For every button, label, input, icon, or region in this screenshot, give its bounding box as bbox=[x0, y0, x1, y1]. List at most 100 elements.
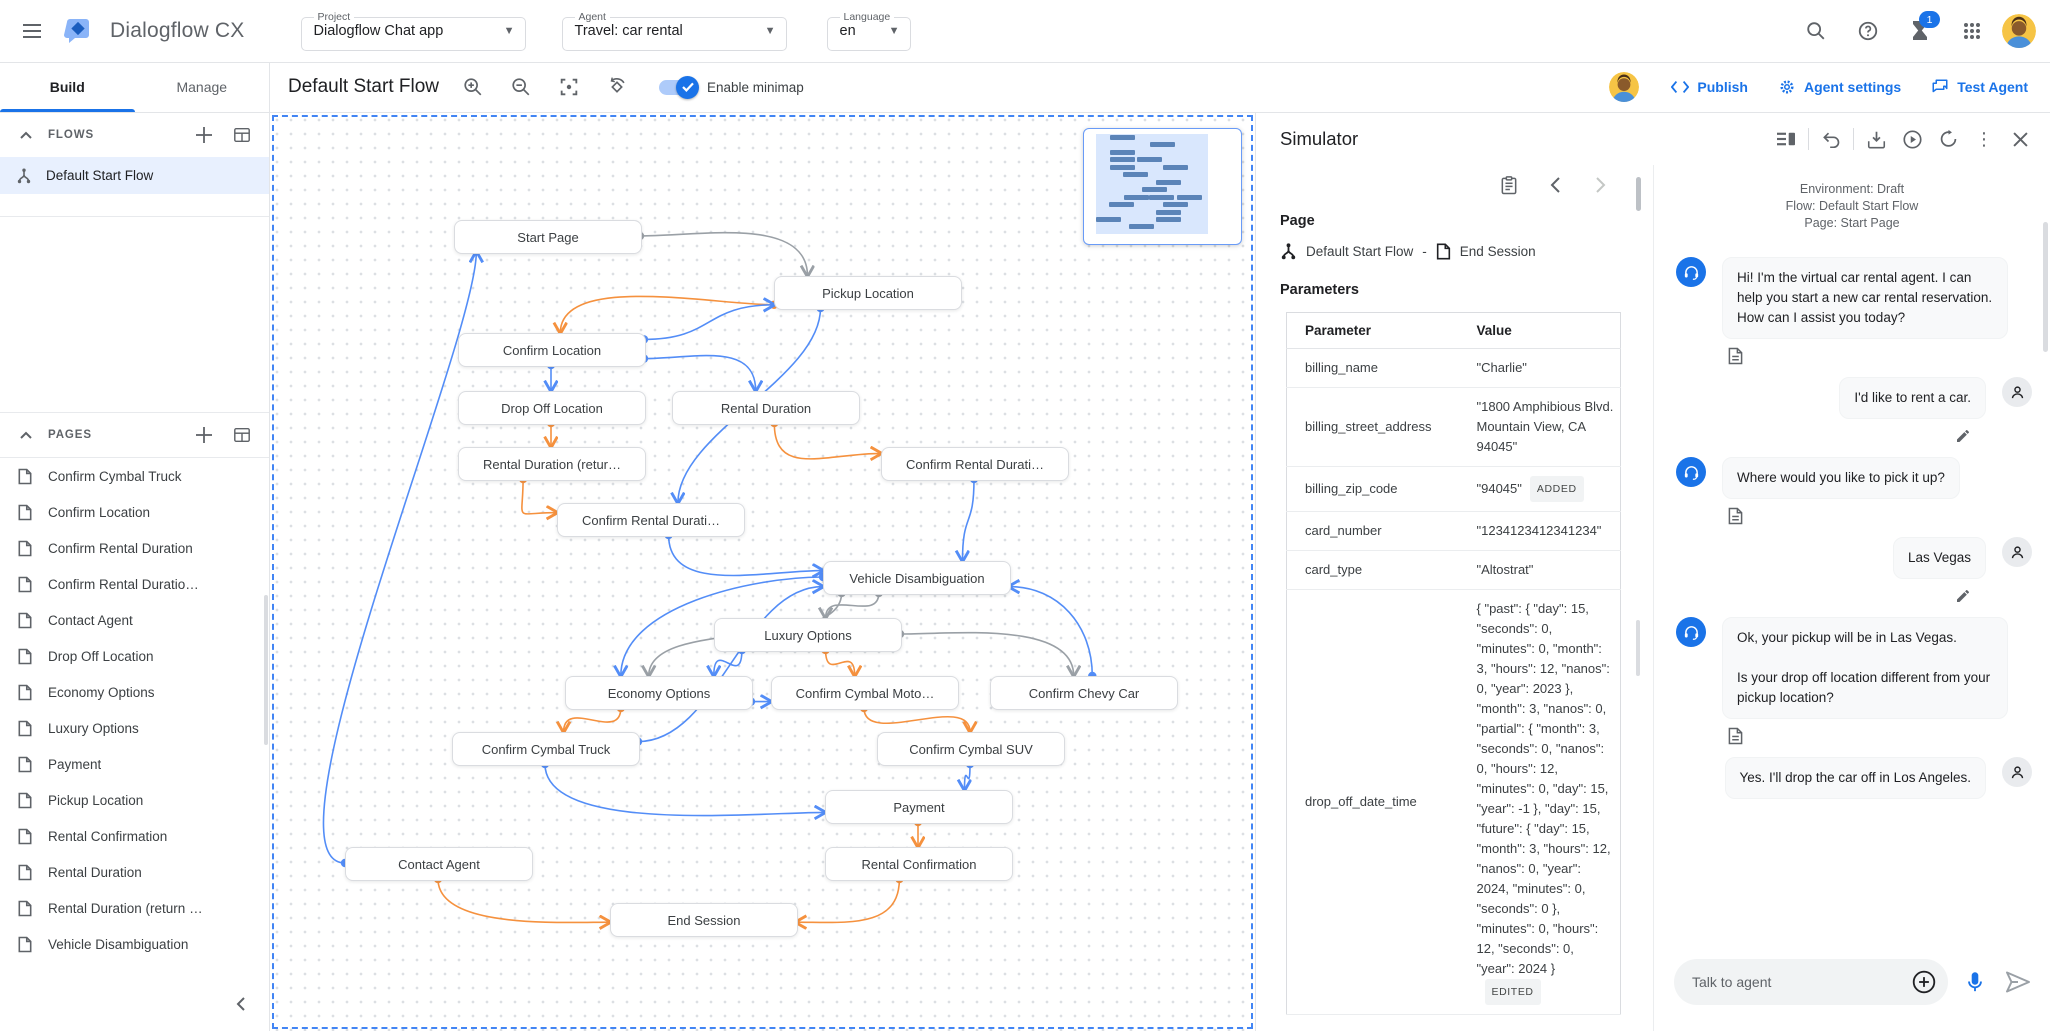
flow-node-pickup[interactable]: Pickup Location bbox=[774, 276, 962, 310]
flow-node-contact[interactable]: Contact Agent bbox=[345, 847, 533, 881]
sidebar-page-item[interactable]: Confirm Cymbal Truck bbox=[0, 458, 269, 494]
flow-edge bbox=[644, 305, 774, 340]
publish-button[interactable]: Publish bbox=[1659, 71, 1760, 103]
flow-node-rentalDurRet[interactable]: Rental Duration (retur… bbox=[458, 447, 646, 481]
flow-node-confirmChevy[interactable]: Confirm Chevy Car bbox=[990, 676, 1178, 710]
edit-message-icon[interactable] bbox=[1952, 585, 1974, 607]
sidebar-page-item[interactable]: Vehicle Disambiguation bbox=[0, 926, 269, 962]
flow-node-payment[interactable]: Payment bbox=[825, 790, 1013, 824]
sidebar-page-item[interactable]: Confirm Location bbox=[0, 494, 269, 530]
flows-collapse-chevron-icon[interactable] bbox=[12, 121, 40, 149]
flow-node-dropOff[interactable]: Drop Off Location bbox=[458, 391, 646, 425]
enable-minimap-toggle[interactable]: Enable minimap bbox=[659, 80, 804, 95]
flow-node-economy[interactable]: Economy Options bbox=[565, 676, 753, 710]
more-options-icon[interactable]: ⋮ bbox=[1966, 121, 2002, 157]
copy-transcript-icon[interactable] bbox=[1491, 167, 1527, 203]
search-icon[interactable] bbox=[1794, 9, 1838, 53]
flow-node-rentalConf[interactable]: Rental Confirmation bbox=[825, 847, 1013, 881]
parameter-row: billing_name "Charlie" bbox=[1287, 349, 1621, 388]
add-flow-icon[interactable] bbox=[187, 118, 221, 152]
collaborator-avatar[interactable] bbox=[1609, 72, 1639, 102]
flow-node-confirmTruck[interactable]: Confirm Cymbal Truck bbox=[452, 732, 640, 766]
side-panel-icon[interactable] bbox=[1768, 121, 1804, 157]
chat-scrollbar[interactable] bbox=[2043, 222, 2048, 352]
sidebar-page-item[interactable]: Rental Confirmation bbox=[0, 818, 269, 854]
add-attachment-icon[interactable] bbox=[1910, 968, 1938, 996]
sidebar-page-item[interactable]: Payment bbox=[0, 746, 269, 782]
current-flow-name[interactable]: Default Start Flow bbox=[1306, 244, 1413, 259]
flow-canvas[interactable]: Start Page Pickup Location Confirm Locatio… bbox=[270, 113, 1255, 1031]
collapse-sidebar-icon[interactable] bbox=[223, 987, 257, 1021]
flow-node-confirmSUV[interactable]: Confirm Cymbal SUV bbox=[877, 732, 1065, 766]
original-response-icon[interactable] bbox=[1724, 345, 1746, 367]
language-dropdown[interactable]: Language en▼ bbox=[827, 11, 911, 51]
flow-node-luxury[interactable]: Luxury Options bbox=[714, 618, 902, 652]
flow-node-confirmLoc[interactable]: Confirm Location bbox=[458, 333, 646, 367]
page-icon bbox=[18, 612, 32, 629]
sidebar-page-item[interactable]: Contact Agent bbox=[0, 602, 269, 638]
flow-node-start[interactable]: Start Page bbox=[454, 220, 642, 254]
sidebar-page-item[interactable]: Rental Duration (return … bbox=[0, 890, 269, 926]
toggle-track[interactable] bbox=[659, 80, 697, 95]
flow-node-vehicle[interactable]: Vehicle Disambiguation bbox=[823, 561, 1011, 595]
parameter-value: "Altostrat" bbox=[1459, 551, 1621, 590]
sidebar-item-default-start-flow[interactable]: Default Start Flow bbox=[0, 157, 269, 194]
apps-grid-icon[interactable] bbox=[1950, 9, 1994, 53]
play-icon[interactable] bbox=[1894, 121, 1930, 157]
step-forward-icon[interactable] bbox=[1583, 167, 1619, 203]
agent-dropdown[interactable]: Agent Travel: car rental▼ bbox=[562, 11, 787, 51]
tab-build[interactable]: Build bbox=[0, 62, 135, 112]
project-dropdown[interactable]: Project Dialogflow Chat app▼ bbox=[301, 11, 526, 51]
flow-node-confirmRD2[interactable]: Confirm Rental Durati… bbox=[557, 503, 745, 537]
close-simulator-icon[interactable] bbox=[2002, 121, 2038, 157]
test-agent-button[interactable]: Test Agent bbox=[1919, 70, 2040, 104]
sidebar-page-item[interactable]: Confirm Rental Duratio… bbox=[0, 566, 269, 602]
save-version-icon[interactable] bbox=[1858, 121, 1894, 157]
help-icon[interactable] bbox=[1846, 9, 1890, 53]
current-page-name[interactable]: End Session bbox=[1460, 244, 1536, 259]
user-avatar[interactable] bbox=[2002, 14, 2036, 48]
sidebar-page-item[interactable]: Pickup Location bbox=[0, 782, 269, 818]
undo-icon[interactable] bbox=[1813, 121, 1849, 157]
original-response-icon[interactable] bbox=[1724, 725, 1746, 747]
pages-collapse-chevron-icon[interactable] bbox=[12, 421, 40, 449]
flow-node-rentalDur[interactable]: Rental Duration bbox=[672, 391, 860, 425]
sidebar-page-item[interactable]: Drop Off Location bbox=[0, 638, 269, 674]
flow-edge bbox=[564, 708, 621, 732]
zoom-in-icon[interactable] bbox=[453, 67, 493, 107]
send-icon[interactable] bbox=[2002, 966, 2034, 998]
center-focus-icon[interactable] bbox=[549, 67, 589, 107]
sidebar-scrollbar[interactable] bbox=[264, 595, 268, 745]
restart-icon[interactable] bbox=[1930, 121, 1966, 157]
panel-resize-handle[interactable] bbox=[1636, 177, 1641, 211]
hamburger-menu-icon[interactable] bbox=[8, 7, 56, 55]
flow-node-end[interactable]: End Session bbox=[610, 903, 798, 937]
pending-changes-icon[interactable]: 1 bbox=[1898, 9, 1942, 53]
parameters-scrollbar[interactable] bbox=[1636, 620, 1640, 676]
flow-edge bbox=[560, 296, 774, 333]
zoom-out-icon[interactable] bbox=[501, 67, 541, 107]
step-back-icon[interactable] bbox=[1537, 167, 1573, 203]
add-page-icon[interactable] bbox=[187, 418, 221, 452]
pages-list-view-icon[interactable] bbox=[225, 418, 259, 452]
chat-input[interactable]: Talk to agent bbox=[1674, 959, 1948, 1005]
minimap-node bbox=[1129, 224, 1154, 229]
microphone-icon[interactable] bbox=[1960, 967, 1990, 997]
edit-message-icon[interactable] bbox=[1952, 425, 1974, 447]
publish-label: Publish bbox=[1697, 79, 1748, 95]
sidebar-page-item[interactable]: Luxury Options bbox=[0, 710, 269, 746]
reset-view-icon[interactable] bbox=[597, 67, 637, 107]
agent-avatar-headset-icon bbox=[1676, 257, 1706, 287]
sidebar-page-item[interactable]: Economy Options bbox=[0, 674, 269, 710]
sidebar-page-item[interactable]: Rental Duration bbox=[0, 854, 269, 890]
flow-node-confirmMoto[interactable]: Confirm Cymbal Moto… bbox=[771, 676, 959, 710]
agent-settings-button[interactable]: Agent settings bbox=[1766, 70, 1913, 104]
minimap[interactable] bbox=[1083, 128, 1242, 245]
simulator-title: Simulator bbox=[1280, 128, 1358, 150]
dialogflow-logo-icon[interactable] bbox=[58, 11, 98, 51]
sidebar-page-item[interactable]: Confirm Rental Duration bbox=[0, 530, 269, 566]
flow-node-confirmRD1[interactable]: Confirm Rental Durati… bbox=[881, 447, 1069, 481]
flows-list-view-icon[interactable] bbox=[225, 118, 259, 152]
original-response-icon[interactable] bbox=[1724, 505, 1746, 527]
tab-manage[interactable]: Manage bbox=[135, 62, 270, 112]
